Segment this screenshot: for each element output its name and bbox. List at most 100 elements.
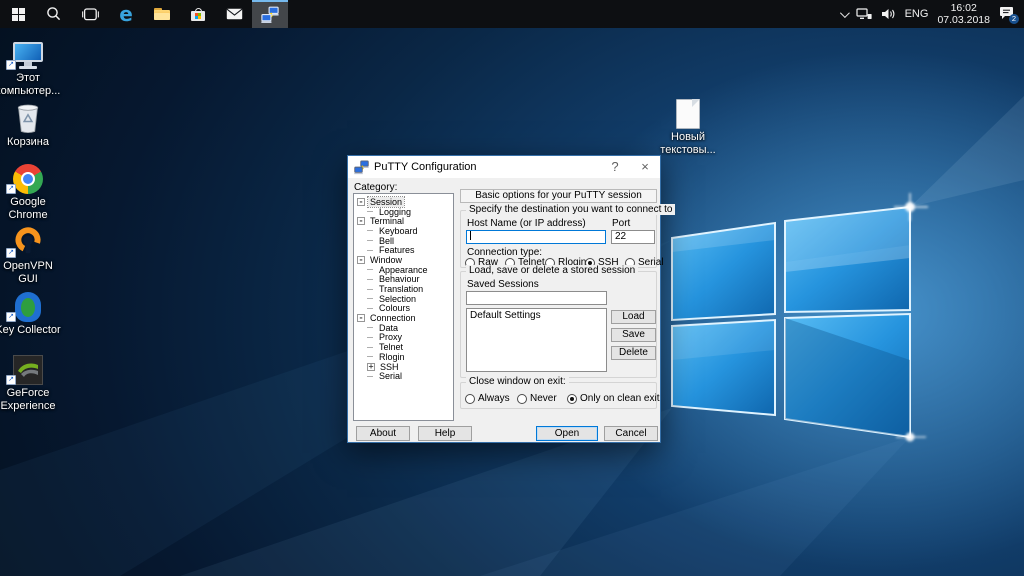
tree-node[interactable]: Selection [354,294,453,304]
tree-expander-icon[interactable] [367,288,373,290]
tree-node[interactable]: + SSH [354,362,453,372]
tree-node[interactable]: Features [354,245,453,255]
category-label: Category: [354,182,398,193]
dialog-close-button[interactable]: × [630,156,660,178]
tree-expander-icon[interactable] [367,240,373,242]
clock[interactable]: 16:02 07.03.2018 [937,2,990,26]
volume-icon[interactable] [881,8,896,20]
mail-button[interactable] [216,0,252,28]
tree-node[interactable]: Telnet [354,342,453,352]
taskbar: e ENG 16:02 07.03.2018 2 [0,0,1024,28]
search-button[interactable] [36,0,72,28]
tree-expander-icon[interactable] [367,346,373,348]
network-icon[interactable] [855,8,872,20]
dialog-titlebar[interactable]: PuTTY Configuration ? × [348,156,660,178]
tree-node-label: Window [370,254,403,265]
tree-expander-icon[interactable] [367,249,373,251]
tree-expander-icon[interactable]: - [357,314,365,323]
tree-expander-icon[interactable] [367,298,373,300]
desktop-icon-recycle-bin[interactable]: Корзина [0,98,56,149]
tree-node[interactable]: Serial [354,371,453,381]
tree-expander-icon[interactable] [367,211,373,213]
desktop-icon-this-pc[interactable]: ↗ Этот компьютер... [0,34,60,97]
session-action-button[interactable]: Save [611,328,656,342]
open-button[interactable]: Open [536,426,598,441]
tree-expander-icon[interactable] [367,356,373,358]
tree-expander-icon[interactable]: - [357,217,365,226]
start-button[interactable] [0,0,36,28]
putty-taskbar-button[interactable] [252,0,288,28]
tree-node-label: Terminal [370,216,405,227]
tree-node[interactable]: - Connection [354,313,453,323]
edge-button[interactable]: e [108,0,144,28]
close-exit-radio[interactable]: Only on clean exit [567,393,660,404]
desktop-icon-geforce[interactable]: ↗ GeForce Experience [0,349,56,412]
destination-groupbox: Specify the destination you want to conn… [460,204,676,268]
desktop-icon-google-chrome[interactable]: ↗ Google Chrome [0,158,56,221]
dialog-help-button[interactable]: ? [600,156,630,178]
tree-node[interactable]: Keyboard [354,226,453,236]
tree-node-label: Telnet [379,342,404,353]
tree-node[interactable]: Proxy [354,332,453,342]
shortcut-arrow-icon: ↗ [6,248,16,258]
port-input[interactable]: 22 [611,230,655,244]
dialog-title: PuTTY Configuration [374,161,477,173]
text-caret [470,231,471,240]
tree-expander-icon[interactable] [367,269,373,271]
tray-time: 16:02 [950,2,977,14]
tree-node[interactable]: Colours [354,303,453,313]
tree-expander-icon[interactable] [367,375,373,377]
tree-expander-icon[interactable] [367,307,373,309]
task-view-button[interactable] [72,0,108,28]
tree-expander-icon[interactable]: + [367,362,375,371]
session-action-button[interactable]: Delete [611,346,656,360]
tree-node[interactable]: - Window [354,255,453,265]
tree-expander-icon[interactable] [367,230,373,232]
cancel-button[interactable]: Cancel [604,426,658,441]
tree-expander-icon[interactable] [367,336,373,338]
tree-node[interactable]: Logging [354,207,453,217]
saved-sessions-input[interactable] [466,291,607,305]
desktop-icon-openvpn[interactable]: ↗ OpenVPN GUI [0,222,56,285]
tray-chevron-icon[interactable] [839,7,850,18]
groupbox-title: Close window on exit: [466,376,569,387]
saved-session-item[interactable]: Default Settings [467,309,606,322]
host-name-input[interactable] [466,230,606,244]
desktop-icon-new-text-file[interactable]: Новый текстовы... [660,93,716,156]
tree-node[interactable]: Appearance [354,265,453,275]
close-exit-radio[interactable]: Always [465,393,510,404]
windows-logo-icon [11,7,25,21]
tree-node-label: Features [379,245,415,256]
desktop-icon-label: GeForce Experience [0,387,56,412]
putty-icon [354,159,369,174]
tree-node[interactable]: - Terminal [354,216,453,226]
host-name-label: Host Name (or IP address) [467,218,586,229]
shortcut-arrow-icon: ↗ [6,375,16,385]
tree-node[interactable]: Bell [354,236,453,246]
tree-node[interactable]: Rlogin [354,352,453,362]
store-button[interactable] [180,0,216,28]
tree-expander-icon[interactable]: - [357,255,365,264]
radio-label: Never [530,393,557,404]
shortcut-arrow-icon: ↗ [6,60,16,70]
tree-node[interactable]: Data [354,323,453,333]
tree-expander-icon[interactable] [367,327,373,329]
tree-expander-icon[interactable]: - [357,197,365,206]
language-indicator[interactable]: ENG [905,8,929,20]
tree-expander-icon[interactable] [367,278,373,280]
tree-node-label: Bell [379,235,395,246]
file-explorer-button[interactable] [144,0,180,28]
desktop-icon-key-collector[interactable]: ↗ Key Collector [0,286,61,337]
close-exit-radio[interactable]: Never [517,393,557,404]
tree-node[interactable]: Behaviour [354,274,453,284]
session-action-button[interactable]: Load [611,310,656,324]
tree-node[interactable]: - Session [354,195,453,208]
tree-node-label: SSH [380,361,399,372]
about-button[interactable]: About [356,426,410,441]
help-button[interactable]: Help [418,426,472,441]
tree-node-label: Selection [379,293,417,304]
tree-node[interactable]: Translation [354,284,453,294]
action-center-button[interactable]: 2 [999,6,1019,24]
text-file-icon [660,93,716,129]
saved-sessions-list[interactable]: Default Settings [466,308,607,372]
